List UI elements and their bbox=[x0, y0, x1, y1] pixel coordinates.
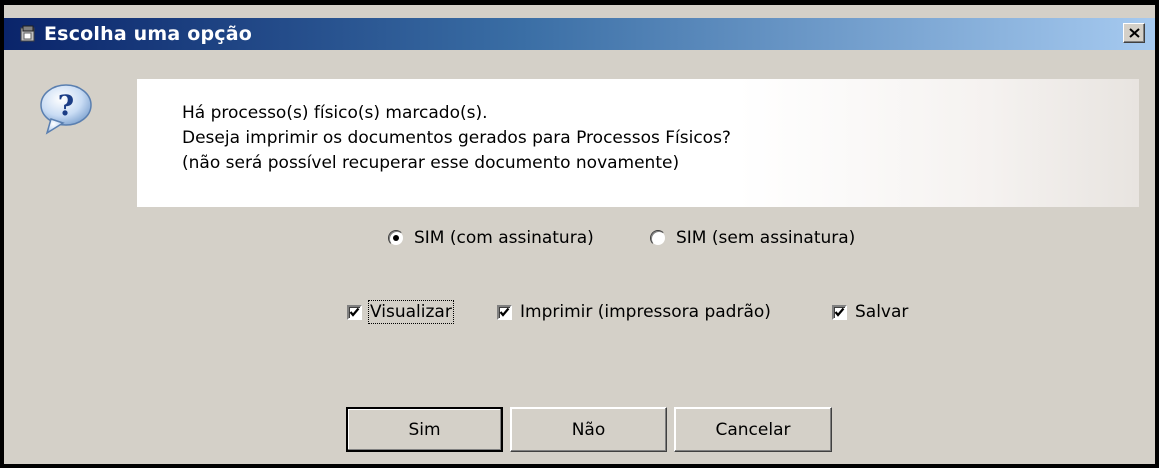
question-balloon-icon: ? bbox=[37, 83, 95, 139]
app-window-icon bbox=[19, 25, 37, 43]
message-line-3: (não será possível recuperar esse docume… bbox=[182, 153, 680, 173]
radio-sim-sem-assinatura[interactable]: SIM (sem assinatura) bbox=[650, 228, 855, 248]
svg-text:?: ? bbox=[58, 89, 74, 122]
sim-button[interactable]: Sim bbox=[346, 407, 503, 452]
checkbox-box[interactable] bbox=[347, 304, 362, 320]
window-title: Escolha uma opção bbox=[44, 23, 253, 45]
checkbox-label: Imprimir (impressora padrão) bbox=[520, 302, 771, 322]
cancelar-button[interactable]: Cancelar bbox=[674, 407, 832, 452]
title-bar[interactable]: Escolha uma opção bbox=[4, 18, 1155, 50]
dialog-window: Escolha uma opção ? Há processo(s) físic… bbox=[0, 0, 1159, 468]
checkbox-label: Salvar bbox=[855, 302, 909, 322]
checkmark-icon bbox=[349, 307, 360, 317]
nao-button[interactable]: Não bbox=[510, 407, 667, 452]
checkbox-visualizar[interactable]: Visualizar bbox=[347, 300, 454, 324]
radio-label: SIM (com assinatura) bbox=[414, 228, 594, 248]
checkmark-icon bbox=[499, 307, 510, 317]
checkbox-box[interactable] bbox=[497, 304, 512, 320]
radio-button-selected[interactable] bbox=[388, 230, 404, 246]
message-line-1: Há processo(s) físico(s) marcado(s). bbox=[182, 103, 488, 123]
checkmark-icon bbox=[834, 307, 845, 317]
checkbox-label: Visualizar bbox=[368, 300, 454, 324]
checkbox-box[interactable] bbox=[832, 304, 847, 320]
radio-sim-com-assinatura[interactable]: SIM (com assinatura) bbox=[388, 228, 594, 248]
checkbox-salvar[interactable]: Salvar bbox=[832, 302, 908, 322]
message-panel: Há processo(s) físico(s) marcado(s). Des… bbox=[137, 79, 1139, 207]
message-line-2: Deseja imprimir os documentos gerados pa… bbox=[182, 128, 731, 148]
checkbox-imprimir[interactable]: Imprimir (impressora padrão) bbox=[497, 302, 771, 322]
radio-label: SIM (sem assinatura) bbox=[676, 228, 856, 248]
radio-button[interactable] bbox=[650, 230, 666, 246]
close-button[interactable] bbox=[1123, 23, 1145, 43]
close-icon bbox=[1129, 28, 1140, 38]
